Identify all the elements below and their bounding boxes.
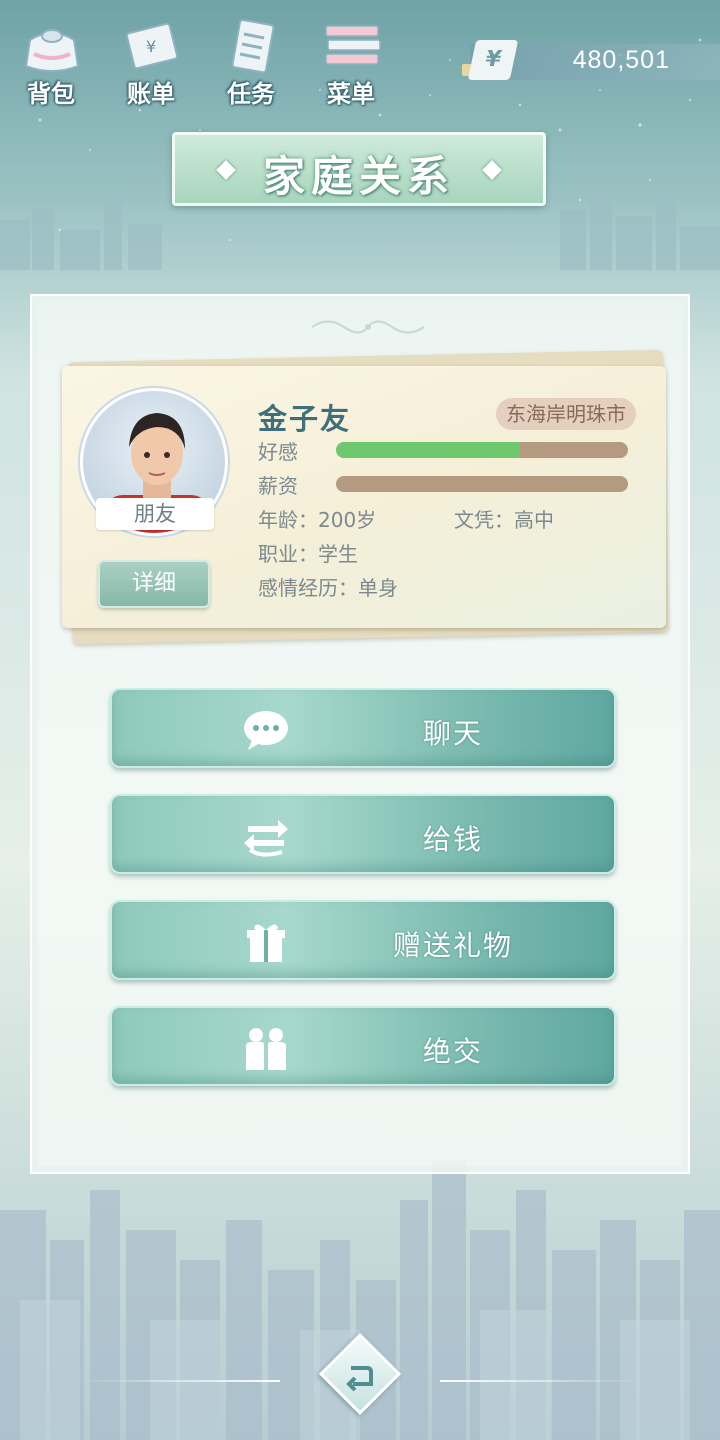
job-text: 职业：学生 <box>258 542 358 566</box>
svg-text:¥: ¥ <box>146 37 156 56</box>
menu-icon <box>325 25 381 65</box>
chat-label: 聊天 <box>422 717 483 750</box>
money-amount: 480,501 <box>572 46 670 74</box>
break-friendship-icon <box>246 1028 286 1070</box>
flourish-ornament <box>311 320 425 334</box>
bill-icon: ¥ <box>125 22 179 70</box>
salary-label: 薪资 <box>258 474 298 498</box>
salary-bar <box>336 476 628 492</box>
task-icon <box>231 19 275 74</box>
give-money-button[interactable]: 给钱 <box>110 794 616 874</box>
character-name: 金子友 <box>258 402 352 436</box>
bill-button[interactable]: ¥ 账单 <box>106 8 196 108</box>
menu-button[interactable]: 菜单 <box>306 8 396 108</box>
send-gift-label: 赠送礼物 <box>392 929 513 962</box>
break-friendship-label: 绝交 <box>422 1035 483 1068</box>
menu-label: 菜单 <box>327 80 375 108</box>
bag-icon <box>24 29 80 72</box>
education-text: 文凭：高中 <box>454 508 554 532</box>
give-money-icon <box>244 820 288 857</box>
bag-label: 背包 <box>27 80 75 108</box>
yen-icon: ¥ <box>467 40 519 80</box>
bill-label: 账单 <box>127 80 175 108</box>
task-label: 任务 <box>227 80 275 108</box>
relation-panel: 朋友 详细 金子友 东海岸明珠市 好感 薪资 年龄：200岁 文凭：高中 职业：… <box>30 294 690 1174</box>
affection-bar-fill <box>336 442 520 458</box>
top-toolbar: 背包 ¥ 账单 任务 菜单 ¥ 480,501 <box>0 0 720 110</box>
decorative-line-left <box>80 1380 280 1382</box>
task-button[interactable]: 任务 <box>206 8 296 108</box>
chat-button[interactable]: 聊天 <box>110 688 616 768</box>
bag-button[interactable]: 背包 <box>6 8 96 108</box>
decorative-line-right <box>440 1380 640 1382</box>
page-title-banner: 家庭关系 <box>172 132 546 206</box>
gift-icon <box>247 924 285 962</box>
relationship-text: 感情经历：单身 <box>258 576 398 600</box>
chat-icon <box>244 711 288 750</box>
detail-button[interactable]: 详细 <box>98 560 210 608</box>
relation-tag: 朋友 <box>96 498 214 530</box>
give-money-label: 给钱 <box>422 823 483 856</box>
profile-card: 朋友 详细 金子友 东海岸明珠市 好感 薪资 年龄：200岁 文凭：高中 职业：… <box>62 366 666 628</box>
city-badge: 东海岸明珠市 <box>496 398 636 430</box>
affection-bar <box>336 442 628 458</box>
age-text: 年龄：200岁 <box>258 508 377 532</box>
break-friendship-button[interactable]: 绝交 <box>110 1006 616 1086</box>
affection-label: 好感 <box>258 440 298 464</box>
send-gift-button[interactable]: 赠送礼物 <box>110 900 616 980</box>
money-display: ¥ 480,501 <box>462 40 720 80</box>
